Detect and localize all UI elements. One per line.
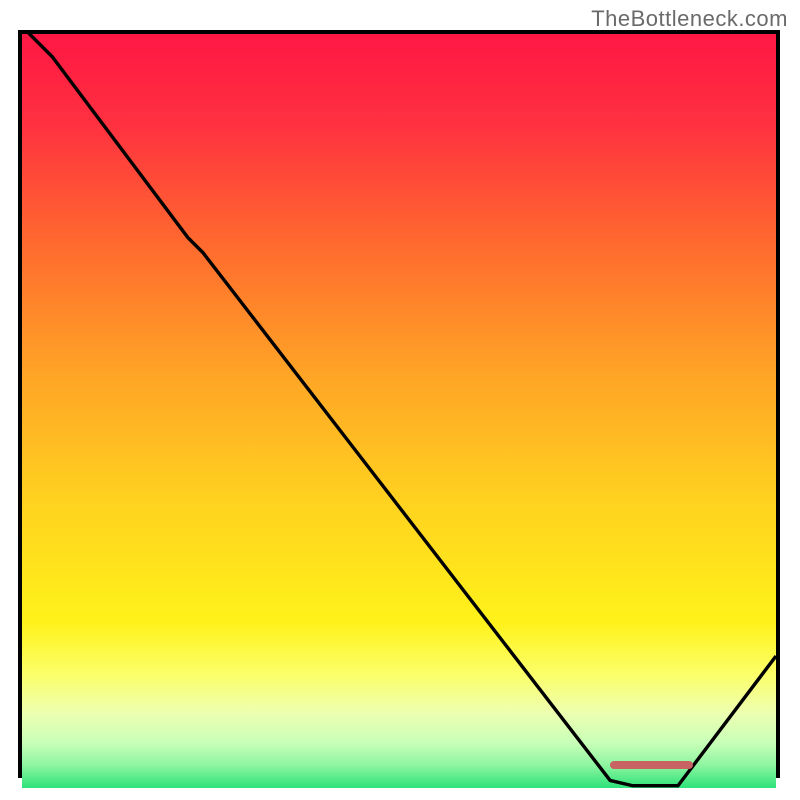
watermark-text: TheBottleneck.com <box>591 6 788 32</box>
chart-frame <box>18 30 780 778</box>
optimal-range-marker <box>610 761 693 769</box>
bottleneck-curve <box>22 34 776 788</box>
